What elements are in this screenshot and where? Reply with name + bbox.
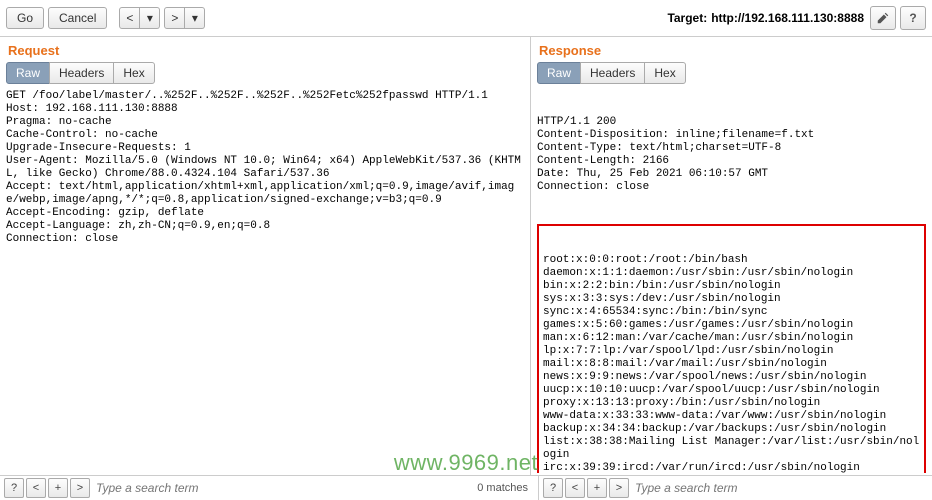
target-label: Target: http://192.168.111.130:8888	[667, 11, 864, 25]
next-drop-button[interactable]: ▾	[185, 7, 205, 29]
response-search-help[interactable]: ?	[543, 478, 563, 498]
target-value: http://192.168.111.130:8888	[711, 11, 864, 25]
response-tab-hex[interactable]: Hex	[644, 62, 685, 84]
request-title: Request	[0, 37, 530, 62]
target-label-text: Target:	[667, 11, 707, 25]
response-body-box: root:x:0:0:root:/root:/bin/bash daemon:x…	[537, 224, 926, 473]
response-title: Response	[531, 37, 932, 62]
response-raw-pane: HTTP/1.1 200 Content-Disposition: inline…	[531, 88, 932, 475]
request-raw-content[interactable]: GET /foo/label/master/..%252F..%252F..%2…	[6, 90, 524, 473]
response-search-prev[interactable]: <	[565, 478, 585, 498]
next-button[interactable]: >	[164, 7, 185, 29]
prev-group: < ▾	[119, 7, 160, 29]
response-search-add[interactable]: +	[587, 478, 607, 498]
help-button[interactable]: ?	[900, 6, 926, 30]
request-search-prev[interactable]: <	[26, 478, 46, 498]
prev-drop-button[interactable]: ▾	[140, 7, 160, 29]
main-columns: Request Raw Headers Hex GET /foo/label/m…	[0, 37, 932, 475]
response-tabs: Raw Headers Hex	[531, 62, 932, 84]
top-toolbar: Go Cancel < ▾ > ▾ Target: http://192.168…	[0, 0, 932, 37]
response-tab-raw[interactable]: Raw	[537, 62, 581, 84]
request-tab-raw[interactable]: Raw	[6, 62, 50, 84]
response-search-input[interactable]	[631, 479, 928, 497]
edit-target-button[interactable]	[870, 6, 896, 30]
next-group: > ▾	[164, 7, 205, 29]
request-search-help[interactable]: ?	[4, 478, 24, 498]
response-search-next[interactable]: >	[609, 478, 629, 498]
response-body-text: root:x:0:0:root:/root:/bin/bash daemon:x…	[543, 254, 920, 473]
response-panel: Response Raw Headers Hex HTTP/1.1 200 Co…	[531, 37, 932, 475]
request-search-bar: ? < + > 0 matches	[0, 476, 539, 500]
request-panel: Request Raw Headers Hex GET /foo/label/m…	[0, 37, 531, 475]
request-match-count: 0 matches	[471, 482, 534, 494]
response-headers-text: HTTP/1.1 200 Content-Disposition: inline…	[537, 116, 926, 194]
go-button[interactable]: Go	[6, 7, 44, 29]
request-tabs: Raw Headers Hex	[0, 62, 530, 84]
response-search-bar: ? < + >	[539, 476, 932, 500]
footer: ? < + > 0 matches ? < + >	[0, 475, 932, 500]
response-raw-content[interactable]: HTTP/1.1 200 Content-Disposition: inline…	[537, 90, 926, 473]
request-raw-pane: GET /foo/label/master/..%252F..%252F..%2…	[0, 88, 530, 475]
request-search-add[interactable]: +	[48, 478, 68, 498]
response-tab-headers[interactable]: Headers	[580, 62, 645, 84]
request-search-next[interactable]: >	[70, 478, 90, 498]
question-icon: ?	[909, 11, 916, 25]
request-search-input[interactable]	[92, 479, 469, 497]
request-tab-hex[interactable]: Hex	[113, 62, 154, 84]
prev-button[interactable]: <	[119, 7, 140, 29]
pencil-icon	[876, 11, 890, 25]
cancel-button[interactable]: Cancel	[48, 7, 107, 29]
request-tab-headers[interactable]: Headers	[49, 62, 114, 84]
